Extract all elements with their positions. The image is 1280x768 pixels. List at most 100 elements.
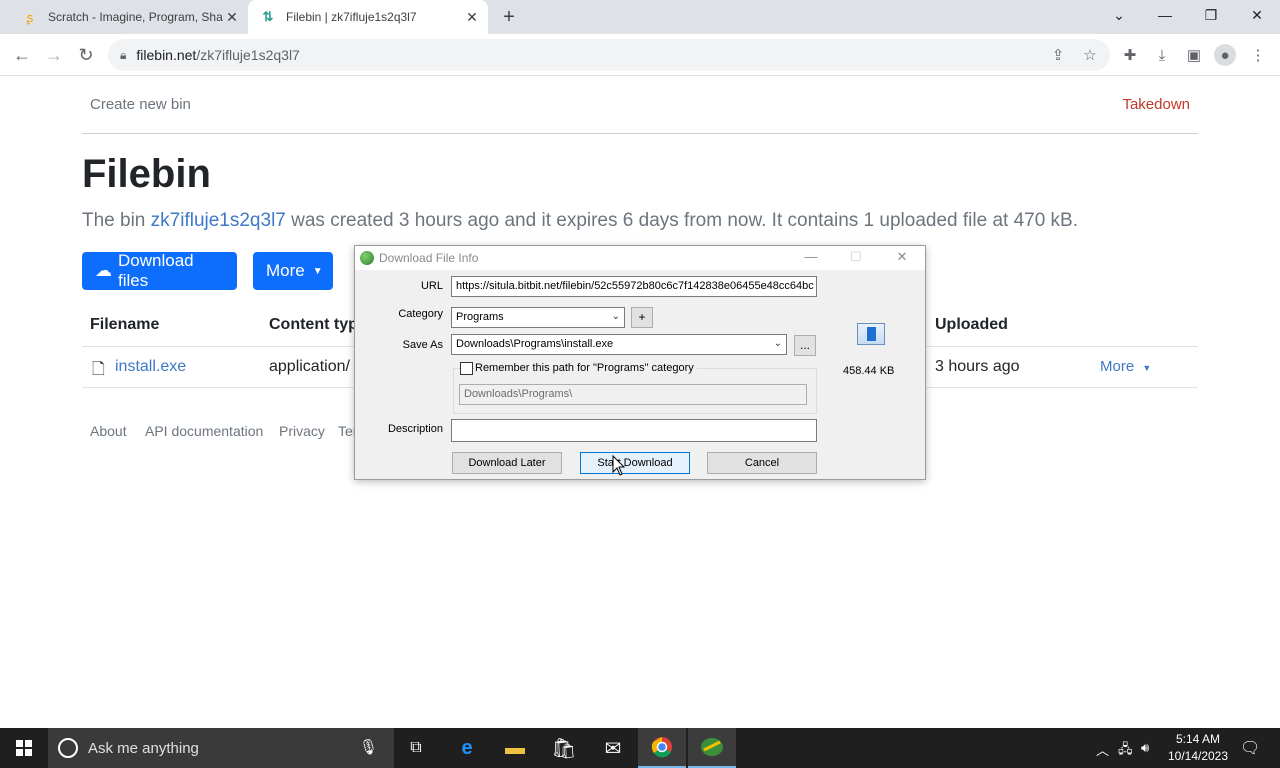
microphone-icon[interactable]: 🎙︎ xyxy=(359,738,378,756)
mouse-cursor-icon xyxy=(612,455,626,476)
description-label: Description xyxy=(387,423,443,435)
dialog-minimize-icon[interactable]: — xyxy=(800,249,822,267)
idm-icon xyxy=(360,251,374,265)
category-select[interactable]: Programs ⌄ xyxy=(451,307,625,328)
mail-icon[interactable]: ✉︎ xyxy=(589,728,637,768)
dropdown-arrow-icon: ⌄ xyxy=(611,311,620,322)
dropdown-arrow-icon: ⌄ xyxy=(773,338,782,349)
downloads-icon[interactable]: ⤓ xyxy=(1151,44,1173,66)
search-placeholder: Ask me anything xyxy=(88,739,199,757)
share-icon[interactable]: ⇪ xyxy=(1047,44,1069,66)
file-size: 458.44 KB xyxy=(843,365,895,377)
uploaded-cell: 3 hours ago xyxy=(935,358,1020,375)
taskbar: Ask me anything 🎙︎ ⧉ e ▬ 🛍︎ ✉︎ ︿ 🖧︎ 🔊︎ 5… xyxy=(0,728,1280,768)
show-hidden-icons-icon[interactable]: ︿ xyxy=(1096,740,1109,759)
tab-title: Filebin | zk7ifluje1s2q3l7 xyxy=(286,10,417,24)
cloud-download-icon: ☁︎ xyxy=(95,261,112,280)
page-title: Filebin xyxy=(82,152,211,196)
footer-api-docs[interactable]: API documentation xyxy=(145,423,263,439)
summary-prefix: The bin xyxy=(82,210,151,231)
minimize-icon[interactable]: — xyxy=(1142,0,1188,30)
chrome-icon[interactable] xyxy=(638,728,686,768)
idm-taskbar-icon[interactable] xyxy=(688,728,736,768)
close-window-icon[interactable]: ✕ xyxy=(1234,0,1280,30)
dialog-maximize-icon: ☐ xyxy=(850,249,862,264)
footer-about[interactable]: About xyxy=(90,423,127,439)
browser-toolbar: ← → ↻ 🔒︎ filebin.net /zk7ifluje1s2q3l7 ⇪… xyxy=(0,34,1280,76)
footer-privacy[interactable]: Privacy xyxy=(279,423,325,439)
bookmark-star-icon[interactable]: ☆ xyxy=(1079,44,1101,66)
profile-icon[interactable]: ● xyxy=(1214,44,1236,66)
start-download-button[interactable]: Start Download xyxy=(580,452,690,474)
side-panel-icon[interactable]: ▣ xyxy=(1183,44,1205,66)
forward-icon[interactable]: → xyxy=(40,41,68,69)
tab-search-icon[interactable]: ⌄ xyxy=(1096,0,1142,30)
more-button[interactable]: More ▼ xyxy=(253,252,333,290)
save-as-value: Downloads\Programs\install.exe xyxy=(456,338,614,350)
url-host: filebin.net xyxy=(136,47,197,63)
download-later-button[interactable]: Download Later xyxy=(452,452,562,474)
col-uploaded: Uploaded xyxy=(935,316,1008,333)
reload-icon[interactable]: ↻ xyxy=(72,41,100,69)
download-files-label: Download files xyxy=(118,251,194,290)
clock-time: 5:14 AM xyxy=(1175,732,1221,746)
menu-icon[interactable]: ⋮ xyxy=(1247,44,1269,66)
url-label: URL xyxy=(420,280,443,292)
system-clock[interactable]: 5:14 AM 10/14/2023 xyxy=(1160,731,1236,765)
url-path: /zk7ifluje1s2q3l7 xyxy=(196,47,300,63)
col-content-type: Content typ xyxy=(269,316,358,333)
edge-icon[interactable]: e xyxy=(443,728,491,768)
back-icon[interactable]: ← xyxy=(8,41,36,69)
scratch-icon: ʂ xyxy=(26,9,34,25)
volume-icon[interactable]: 🔊︎ xyxy=(1141,740,1149,756)
file-type-icon xyxy=(857,323,885,345)
remember-path-checkbox[interactable] xyxy=(460,362,473,375)
dialog-close-icon[interactable]: ✕ xyxy=(891,249,913,267)
extensions-icon[interactable]: ✚ xyxy=(1119,44,1141,66)
description-field[interactable] xyxy=(451,419,817,442)
category-value: Programs xyxy=(456,311,504,323)
task-view-icon[interactable]: ⧉ xyxy=(392,728,440,768)
url-field[interactable]: https://situla.bitbit.net/filebin/52c559… xyxy=(451,276,817,297)
restore-icon[interactable]: ❐ xyxy=(1188,0,1234,30)
address-bar[interactable]: 🔒︎ filebin.net /zk7ifluje1s2q3l7 xyxy=(108,39,1110,71)
file-link[interactable]: install.exe xyxy=(115,358,186,376)
dialog-titlebar[interactable]: Download File Info — ☐ ✕ xyxy=(355,246,925,270)
lock-icon[interactable]: 🔒︎ xyxy=(120,48,126,63)
takedown-link[interactable]: Takedown xyxy=(1122,96,1190,113)
tab-scratch[interactable]: ʂ Scratch - Imagine, Program, Sha ✕ xyxy=(8,0,248,34)
close-tab-icon[interactable]: ✕ xyxy=(464,9,480,25)
col-filename: Filename xyxy=(90,316,160,333)
create-new-bin-link[interactable]: Create new bin xyxy=(90,96,191,113)
bin-id-link[interactable]: zk7ifluje1s2q3l7 xyxy=(151,210,286,231)
windows-start-icon[interactable] xyxy=(0,728,48,768)
file-explorer-icon[interactable]: ▬ xyxy=(491,728,539,768)
summary-suffix: was created 3 hours ago and it expires 6… xyxy=(285,210,1078,231)
clock-date: 10/14/2023 xyxy=(1167,749,1229,763)
caret-down-icon: ▼ xyxy=(1142,363,1152,373)
top-nav: Create new bin Takedown xyxy=(82,76,1198,134)
browse-button[interactable]: ... xyxy=(794,335,816,356)
save-as-select[interactable]: Downloads\Programs\install.exe ⌄ xyxy=(451,334,787,355)
tab-title: Scratch - Imagine, Program, Sha xyxy=(48,10,223,24)
tab-filebin[interactable]: ⇅ Filebin | zk7ifluje1s2q3l7 ✕ xyxy=(248,0,488,34)
cancel-button[interactable]: Cancel xyxy=(707,452,817,474)
caret-down-icon: ▼ xyxy=(312,265,323,277)
remember-path-label: Remember this path for "Programs" catego… xyxy=(475,362,697,374)
network-icon[interactable]: 🖧︎ xyxy=(1118,740,1133,762)
new-tab-button[interactable]: + xyxy=(498,6,520,28)
add-category-button[interactable]: + xyxy=(631,307,653,328)
download-files-button[interactable]: ☁︎ Download files xyxy=(82,251,237,290)
taskbar-search[interactable]: Ask me anything 🎙︎ xyxy=(48,728,394,768)
close-tab-icon[interactable]: ✕ xyxy=(224,9,240,25)
cortana-icon xyxy=(58,738,78,758)
more-label: More xyxy=(266,261,305,280)
store-icon[interactable]: 🛍︎ xyxy=(540,728,588,768)
category-path-field: Downloads\Programs\ xyxy=(459,384,807,405)
file-icon: 🗋︎ xyxy=(92,361,105,378)
notifications-icon[interactable]: 🗨︎ xyxy=(1240,738,1260,758)
save-as-label: Save As xyxy=(402,339,443,351)
row-more-button[interactable]: More ▼ xyxy=(1100,358,1151,375)
filebin-icon: ⇅ xyxy=(262,9,274,24)
bin-summary: The bin zk7ifluje1s2q3l7 was created 3 h… xyxy=(82,210,1078,232)
